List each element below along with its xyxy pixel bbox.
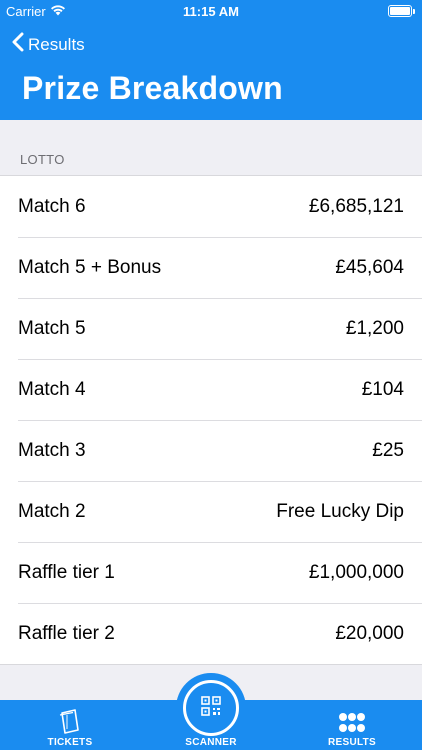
prize-value: £1,200 [345, 317, 404, 339]
prize-label: Match 5 [18, 317, 86, 339]
prize-label: Match 6 [18, 195, 86, 217]
prize-row-match-4: Match 4 £104 [0, 359, 422, 420]
prize-value: £25 [372, 439, 404, 461]
tab-scanner[interactable] [176, 673, 246, 743]
back-label: Results [28, 34, 85, 54]
prize-label: Raffle tier 2 [18, 622, 115, 644]
prize-row-match-2: Match 2 Free Lucky Dip [0, 481, 422, 542]
prize-row-match-6: Match 6 £6,685,121 [0, 176, 422, 237]
tab-scanner-label: SCANNER [185, 737, 237, 748]
prize-value: Free Lucky Dip [276, 500, 404, 522]
grid-icon [338, 712, 366, 737]
battery-icon [388, 5, 415, 17]
prize-list: Match 6 £6,685,121 Match 5 + Bonus £45,6… [0, 175, 422, 665]
nav-header: Carrier 11:15 AM Results Prize Breakdown [0, 0, 422, 120]
prize-value: £1,000,000 [308, 561, 404, 583]
scanner-ring [183, 680, 239, 736]
section-header: LOTTO [20, 152, 65, 167]
prize-row-raffle-tier-2: Raffle tier 2 £20,000 [0, 603, 422, 664]
prize-label: Match 2 [18, 500, 86, 522]
prize-label: Match 4 [18, 378, 86, 400]
tickets-icon [58, 708, 82, 737]
qr-code-icon [201, 695, 221, 721]
prize-row-raffle-tier-1: Raffle tier 1 £1,000,000 [0, 542, 422, 603]
tab-results[interactable]: RESULTS [312, 700, 392, 750]
tab-tickets[interactable]: TICKETS [30, 700, 110, 750]
status-bar: Carrier 11:15 AM [0, 0, 422, 22]
prize-row-match-3: Match 3 £25 [0, 420, 422, 481]
tab-tickets-label: TICKETS [47, 737, 93, 748]
prize-value: £45,604 [335, 256, 404, 278]
chevron-left-icon [12, 32, 24, 57]
back-button[interactable]: Results [12, 32, 85, 57]
prize-label: Match 3 [18, 439, 86, 461]
prize-row-match-5-bonus: Match 5 + Bonus £45,604 [0, 237, 422, 298]
prize-label: Match 5 + Bonus [18, 256, 162, 278]
prize-value: £104 [361, 378, 404, 400]
prize-label: Raffle tier 1 [18, 561, 115, 583]
prize-row-match-5: Match 5 £1,200 [0, 298, 422, 359]
prize-value: £20,000 [335, 622, 404, 644]
page-title: Prize Breakdown [22, 70, 283, 106]
status-time: 11:15 AM [183, 4, 239, 19]
tab-results-label: RESULTS [327, 737, 377, 748]
prize-value: £6,685,121 [308, 195, 404, 217]
